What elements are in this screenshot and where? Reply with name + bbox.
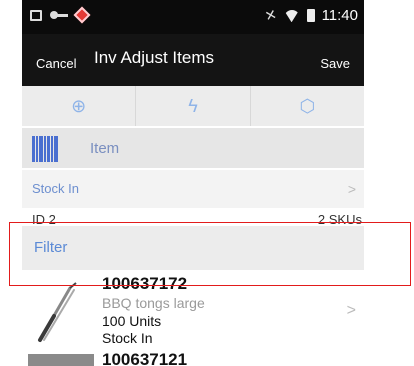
barcode-icon (32, 136, 60, 162)
product-number: 100637172 (102, 274, 188, 293)
chevron-right-icon: > (347, 181, 356, 197)
app-screen: ✕ 11:40 Cancel Inv Adjust Items Save ⊕ ϟ… (22, 0, 364, 366)
wifi-icon (284, 10, 300, 22)
filter-button[interactable]: Filter (22, 226, 364, 270)
quick-action-button[interactable]: ϟ (135, 86, 249, 126)
document-id: ID 2 (32, 212, 56, 226)
product-status: Stock In (102, 330, 153, 346)
app-alert-icon (73, 6, 91, 24)
mute-icon: ✕ (262, 5, 279, 25)
sku-count: 2 SKUs (317, 212, 362, 226)
battery-icon (306, 9, 315, 22)
cube-icon: ⬡ (299, 95, 316, 116)
lightning-icon: ϟ (188, 95, 198, 116)
chevron-right-icon: > (346, 302, 356, 319)
list-item[interactable]: 100637172 BBQ tongs large 100 Units Stoc… (22, 270, 364, 350)
list-item[interactable]: 100637121 (22, 350, 364, 366)
product-image (28, 354, 94, 366)
cancel-button[interactable]: Cancel (36, 56, 76, 71)
package-button[interactable]: ⬡ (249, 86, 364, 126)
product-number: 100637121 (102, 350, 188, 366)
status-bar: ✕ 11:40 (22, 0, 364, 34)
action-toolbar: ⊕ ϟ ⬡ (22, 86, 364, 126)
bbq-tongs-image (38, 282, 77, 342)
screen-icon (30, 9, 42, 21)
add-circle-icon: ⊕ (71, 95, 87, 116)
reason-selector[interactable]: Stock In > (22, 170, 364, 208)
summary-row: ID 2 2 SKUs (22, 208, 364, 226)
product-description: BBQ tongs large (102, 295, 205, 311)
key-icon (50, 10, 68, 20)
title-bar: Cancel Inv Adjust Items Save (22, 34, 364, 86)
clock: 11:40 (321, 7, 358, 24)
item-scan-field[interactable]: Item (22, 128, 364, 168)
reason-label: Stock In (32, 181, 79, 196)
item-field-label: Item (90, 140, 120, 157)
save-button[interactable]: Save (320, 56, 350, 71)
page-title: Inv Adjust Items (94, 48, 214, 67)
product-units: 100 Units (102, 313, 162, 329)
add-item-button[interactable]: ⊕ (22, 86, 135, 126)
filter-label: Filter (34, 239, 68, 256)
